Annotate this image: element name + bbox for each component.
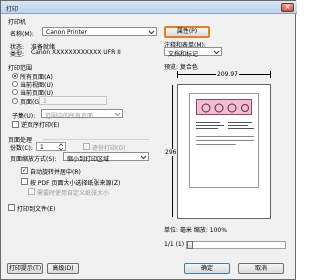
current-page-radio[interactable] [12, 89, 18, 95]
preview-text-line [196, 125, 224, 126]
type-value: Canon XXXXXXXXXXXX UFR II [31, 49, 121, 56]
scaling-value: 缩小到打印区域 [67, 156, 110, 163]
preview-text-line [196, 144, 236, 145]
reverse-pages-checkbox[interactable] [12, 121, 19, 128]
collate-checkbox[interactable] [83, 143, 90, 150]
preview-text-line [196, 140, 254, 141]
preview-text-line [196, 122, 220, 123]
range-section-label: 打印范围 [8, 65, 33, 72]
preview-circles-icon [201, 103, 249, 113]
page-slider-thumb[interactable] [187, 241, 193, 249]
chevron-down-icon [114, 112, 121, 117]
title-bar[interactable]: 打印 × [1, 1, 297, 14]
preview-text-line [196, 128, 218, 129]
copies-value: 1 [40, 144, 44, 151]
subset-select[interactable]: 范围中的所有页面 [41, 109, 123, 120]
subset-value: 范围中的所有页面 [45, 113, 94, 120]
preview-banner [196, 99, 252, 115]
width-dimension-tick-left [177, 71, 178, 78]
comments-value: 文档和标记 [168, 51, 199, 58]
pdf-source-checkbox[interactable] [21, 178, 28, 185]
auto-rotate-label: 自动旋转并居中(R) [30, 169, 81, 176]
print-to-file-label: 打印到文件(E) [17, 206, 56, 213]
advanced-button[interactable]: 高级(D) [47, 263, 79, 274]
copies-stepper[interactable]: 1 [36, 142, 66, 151]
stepper-arrows-icon[interactable] [58, 143, 64, 151]
preview-text-line [228, 122, 252, 123]
copies-label: 份数(C): [10, 145, 33, 152]
comments-select[interactable]: 文档和标记 [164, 47, 222, 58]
properties-button[interactable]: 属性(P) [164, 26, 210, 38]
custom-paper-label: 需要时使用自定义纸张大小 [37, 190, 110, 197]
print-to-file-checkbox[interactable] [8, 204, 15, 211]
scaling-select[interactable]: 缩小到打印区域 [63, 152, 149, 163]
preview-label: 预览: 复合色 [164, 64, 198, 71]
printer-name-label: 名称(M): [10, 31, 34, 38]
pdf-source-label: 按 PDF 页面大小选择纸张来源(Z) [30, 180, 121, 187]
width-dimension-tick-right [270, 71, 271, 78]
page-preview [177, 84, 271, 219]
units-label: 单位: 毫米 缩放: 100% [164, 227, 227, 234]
chevron-down-icon [213, 50, 220, 55]
chevron-down-icon [148, 30, 155, 35]
current-view-radio[interactable] [12, 81, 18, 87]
auto-rotate-checkbox[interactable]: ✓ [21, 167, 28, 174]
print-dialog: 打印 × 打印机 名称(M): Canon Printer 属性(P) 状态: … [0, 0, 297, 280]
pages-input-value: 1 [43, 98, 47, 105]
ok-button[interactable]: 确定 [184, 263, 230, 274]
subset-label: 子集(U): [12, 113, 36, 120]
print-tips-button[interactable]: 打印提示(T) [7, 263, 43, 274]
chevron-down-icon [140, 155, 147, 160]
reverse-pages-label: 逆页序打印(E) [21, 122, 60, 129]
cancel-button[interactable]: 取消 [238, 263, 284, 274]
preview-text-line [196, 136, 254, 137]
scaling-label: 页面缩放方式(S): [10, 156, 57, 163]
handling-divider [43, 139, 149, 140]
close-button[interactable]: × [281, 3, 294, 12]
printer-section-label: 打印机 [8, 19, 27, 26]
page-content-frame [189, 93, 259, 188]
type-label: 类型: [10, 51, 25, 58]
all-pages-radio[interactable] [12, 73, 18, 79]
printer-name-select[interactable]: Canon Printer [42, 27, 157, 36]
printer-name-value: Canon Printer [46, 29, 88, 36]
pages-input[interactable]: 1 [39, 96, 107, 105]
preview-text-line [228, 128, 254, 129]
preview-text-line [228, 125, 248, 126]
collate-label: 逐份打印(O) [92, 145, 126, 152]
window-title: 打印 [6, 6, 19, 13]
pages-radio[interactable] [12, 98, 18, 104]
width-value: 209.97 [216, 71, 239, 78]
page-counter: 1/1 (1) [164, 241, 185, 248]
custom-paper-checkbox[interactable] [28, 188, 35, 195]
page-slider[interactable] [186, 241, 286, 249]
